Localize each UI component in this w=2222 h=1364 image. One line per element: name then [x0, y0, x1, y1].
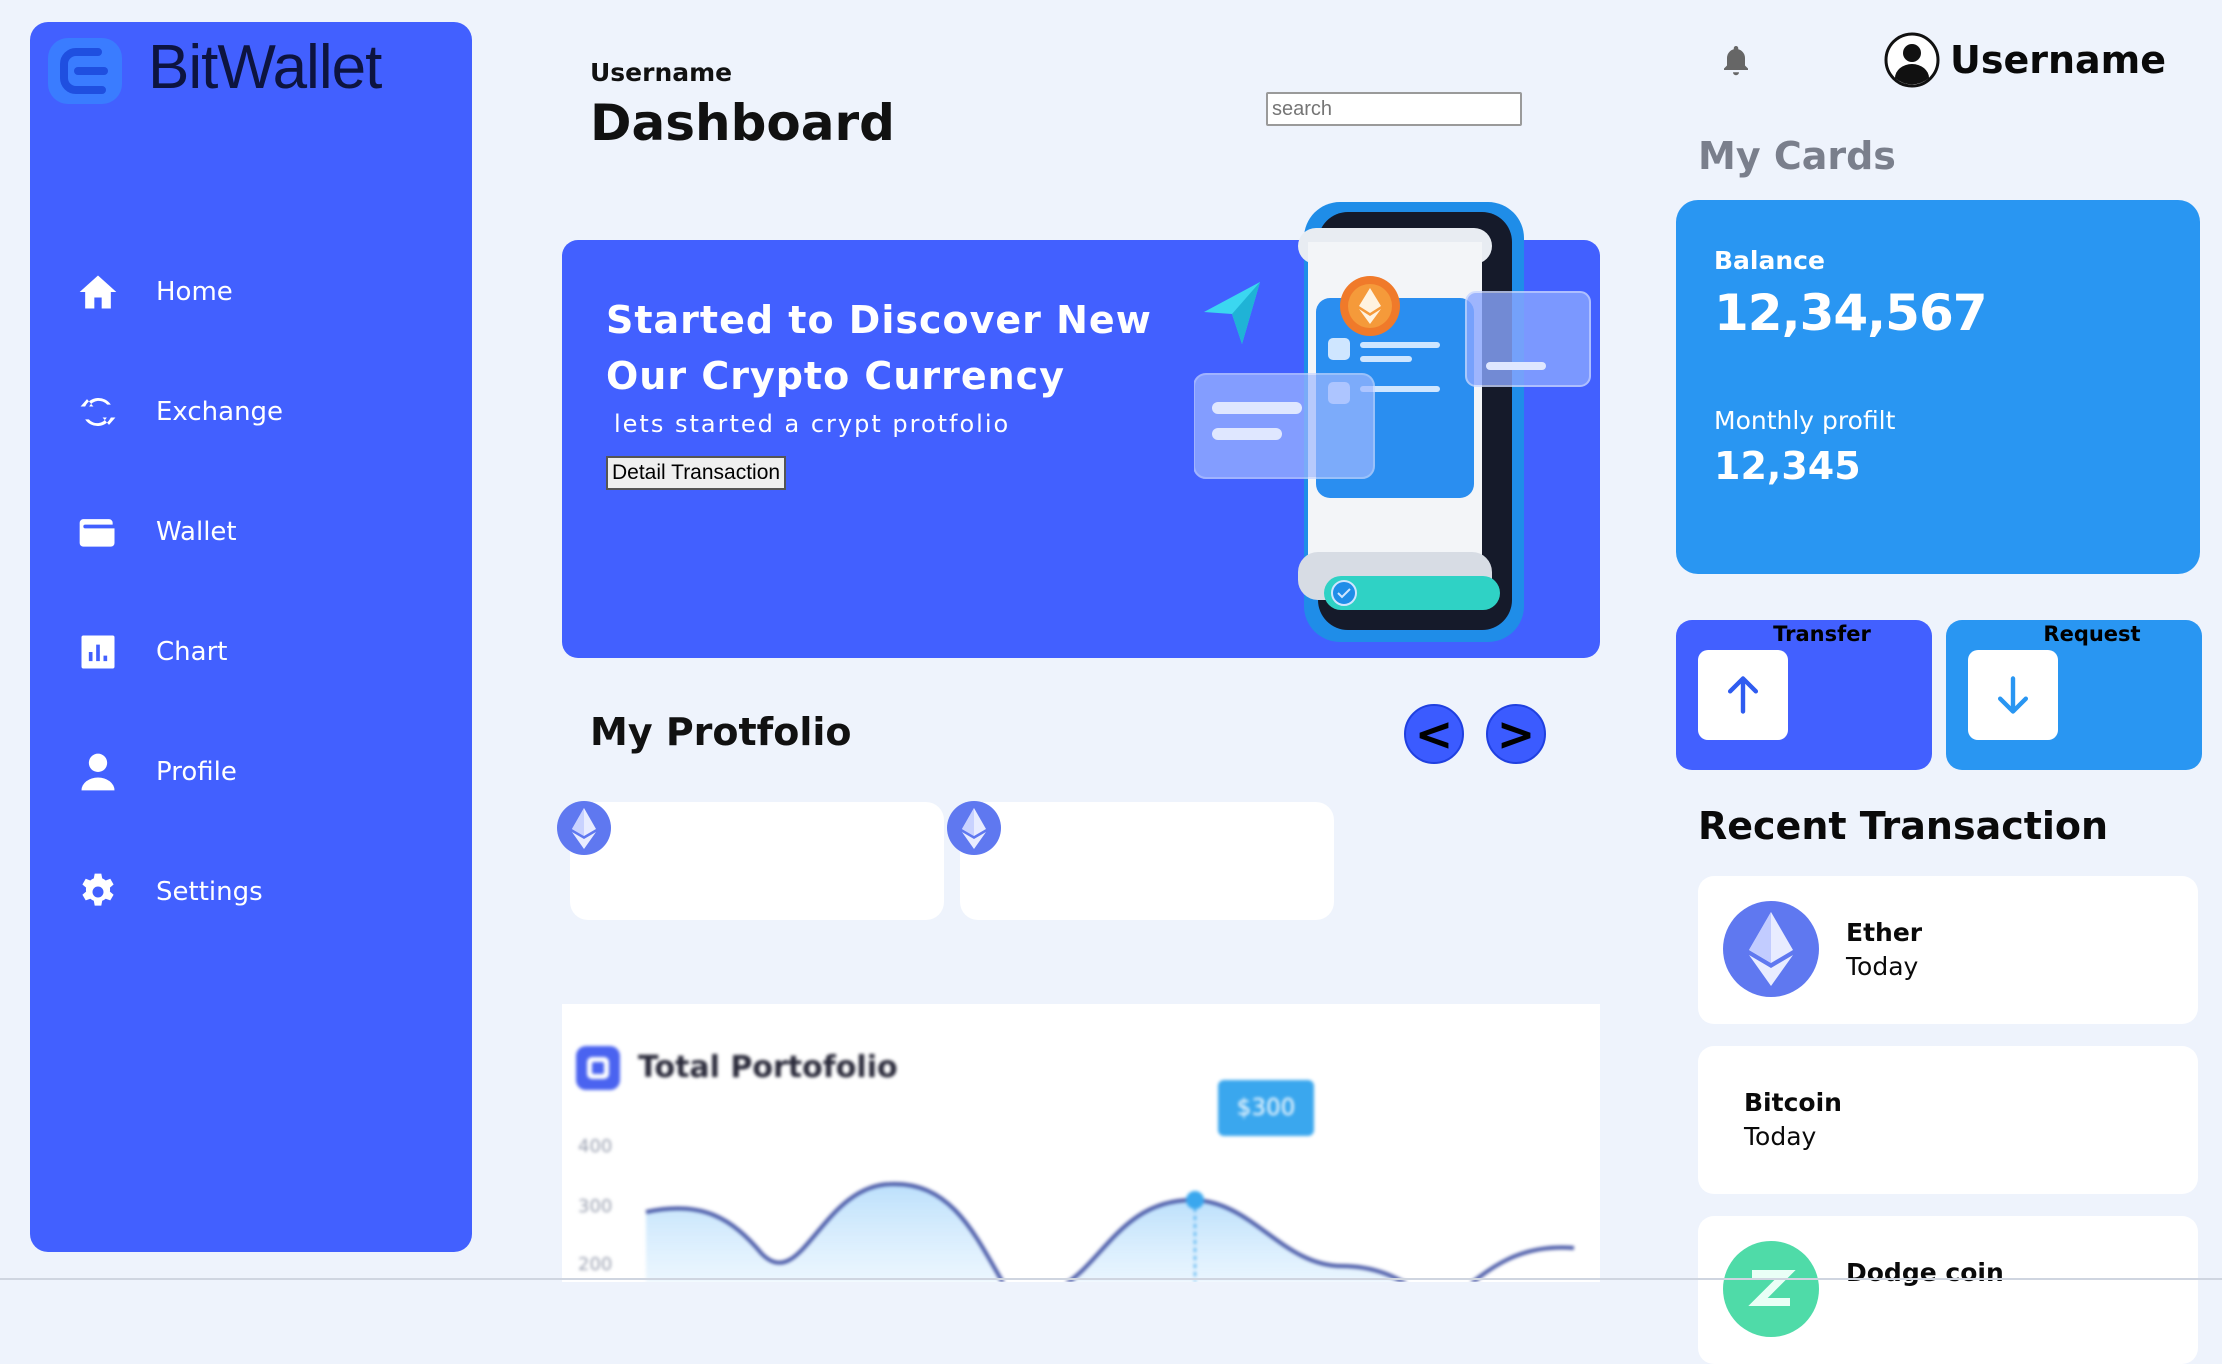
recent-transaction-title: Recent Transaction — [1698, 804, 2109, 848]
sidebar-item-label: Profile — [156, 757, 237, 787]
bar-chart-icon — [81, 635, 115, 669]
search-input[interactable] — [1266, 92, 1522, 126]
header-username[interactable]: Username — [1950, 38, 2166, 82]
chart-area — [646, 1183, 1000, 1282]
sidebar-item-label: Exchange — [156, 397, 284, 427]
transaction-item[interactable]: Dodge coin — [1698, 1216, 2198, 1364]
balance-card[interactable]: Balance 12,34,567 Monthly profilt 12,345 — [1676, 200, 2200, 574]
page-subtitle: Username — [590, 58, 733, 87]
home-icon — [79, 275, 117, 309]
bottom-divider — [0, 1278, 2222, 1280]
highlight-point — [1186, 1191, 1204, 1209]
transfer-label: Transfer — [1773, 622, 1871, 646]
brand-name: BitWallet — [148, 33, 382, 102]
balance-value: 12,34,567 — [1714, 284, 1988, 342]
portfolio-card[interactable] — [947, 801, 1334, 920]
logo-icon — [48, 38, 122, 104]
bell-icon[interactable] — [1718, 42, 1754, 80]
dogecoin-icon — [1723, 1241, 1819, 1337]
phone-illustration — [1194, 202, 1591, 642]
monthly-profit-value: 12,345 — [1714, 444, 1861, 488]
sidebar-item-label: Wallet — [156, 517, 237, 547]
user-icon — [81, 753, 115, 791]
ethereum-icon — [947, 801, 1001, 855]
sidebar-item-wallet[interactable]: Wallet — [76, 502, 436, 562]
arrow-down-icon — [1997, 676, 2029, 714]
page-title: Dashboard — [590, 94, 895, 152]
transaction-item[interactable]: Ether Today — [1698, 876, 2198, 1024]
banner-subheading: lets started a crypt protfolio — [614, 410, 1011, 438]
sidebar: BitWallet Home Exchange Wallet Chart Pro… — [30, 22, 472, 1252]
transfer-icon-box — [1698, 650, 1788, 740]
sidebar-item-home[interactable]: Home — [76, 262, 436, 322]
sidebar-item-label: Settings — [156, 877, 263, 907]
balance-label: Balance — [1714, 246, 1825, 275]
transaction-name: Dodge coin — [1846, 1258, 2004, 1287]
arrow-up-icon — [1727, 676, 1759, 714]
ethereum-icon — [1723, 901, 1819, 997]
monthly-profit-label: Monthly profilt — [1714, 406, 1896, 435]
portfolio-card[interactable] — [557, 801, 944, 920]
sidebar-item-chart[interactable]: Chart — [76, 622, 436, 682]
sidebar-item-profile[interactable]: Profile — [76, 742, 436, 802]
transfer-button[interactable]: Transfer — [1676, 620, 1932, 770]
my-cards-title: My Cards — [1698, 134, 1896, 178]
chart-tooltip: $300 — [1218, 1080, 1314, 1136]
transaction-item[interactable]: Bitcoin Today — [1698, 1046, 2198, 1194]
avatar[interactable] — [1884, 32, 1940, 88]
sidebar-item-settings[interactable]: Settings — [76, 862, 436, 922]
wallet-icon — [79, 519, 115, 547]
sidebar-item-label: Home — [156, 277, 233, 307]
portfolio-next-button[interactable]: > — [1486, 704, 1546, 764]
request-icon-box — [1968, 650, 2058, 740]
refresh-icon — [80, 397, 116, 427]
request-button[interactable]: Request — [1946, 620, 2202, 770]
sidebar-item-label: Chart — [156, 637, 228, 667]
transaction-time: Today — [1744, 1122, 1817, 1151]
total-portfolio-chart: Total Portofolio 400 300 200 $300 — [562, 1004, 1600, 1282]
request-label: Request — [2043, 622, 2141, 646]
detail-transaction-button[interactable]: Detail Transaction — [606, 456, 787, 490]
gear-icon — [82, 873, 114, 906]
ethereum-icon — [557, 801, 611, 855]
chart-plot — [645, 1181, 1575, 1282]
portfolio-title: My Protfolio — [590, 710, 852, 754]
transaction-time: Today — [1846, 952, 1919, 981]
sidebar-item-exchange[interactable]: Exchange — [76, 382, 436, 442]
transaction-name: Ether — [1846, 918, 1923, 947]
portfolio-prev-button[interactable]: < — [1404, 704, 1464, 764]
banner-heading: Started to Discover New Our Crypto Curre… — [606, 298, 1152, 398]
transaction-name: Bitcoin — [1744, 1088, 1842, 1117]
